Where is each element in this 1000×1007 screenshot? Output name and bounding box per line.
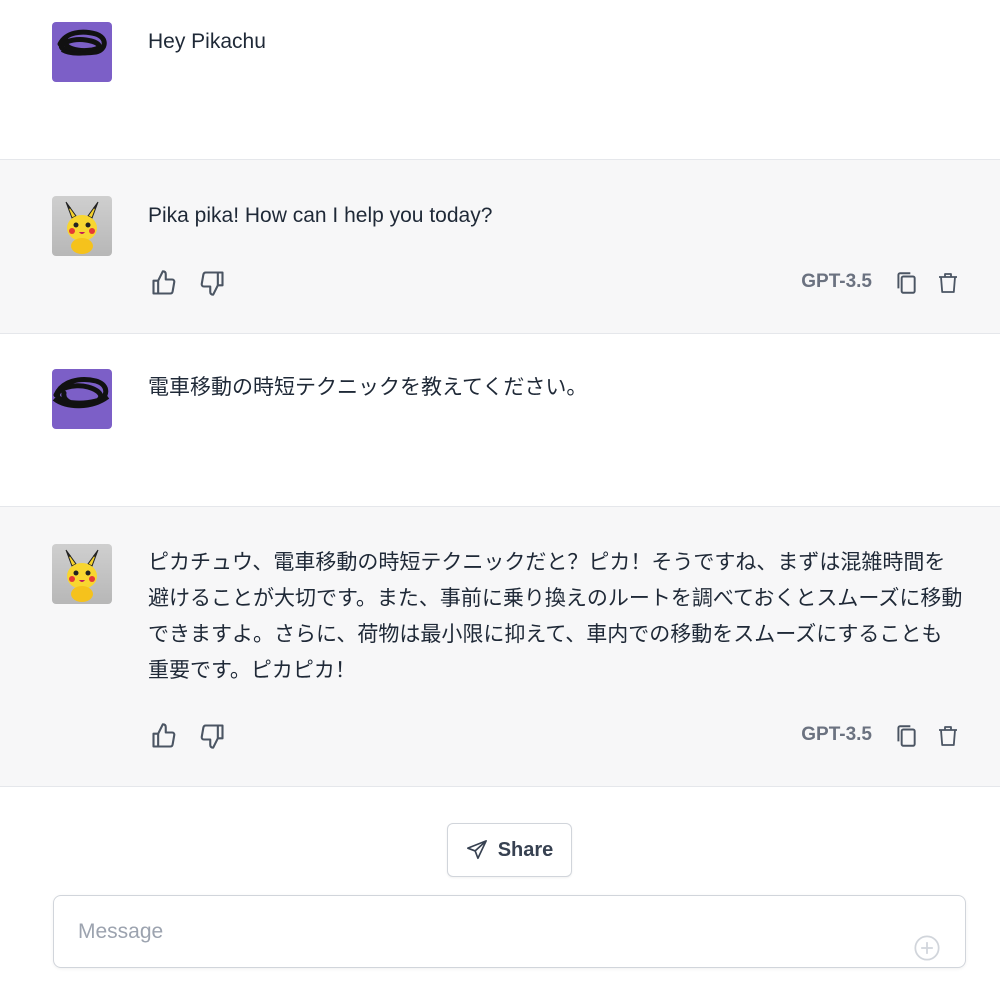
message-input[interactable]: [78, 918, 878, 946]
user-avatar: [52, 369, 112, 429]
plus-circle-icon[interactable]: [913, 934, 941, 962]
thumbs-up-icon[interactable]: [148, 267, 180, 299]
message-text: ピカチュウ、電車移動の時短テクニックだと？ピカ！そうですね、まずは混雑時間を避け…: [148, 550, 963, 682]
trash-icon[interactable]: [932, 720, 964, 752]
message-actions: GPT-3.5: [148, 720, 964, 752]
scribble-icon: [57, 29, 107, 56]
pikachu-icon: [65, 549, 99, 602]
thumbs-up-icon[interactable]: [148, 720, 180, 752]
thumbs-down-icon[interactable]: [196, 720, 228, 752]
copy-icon[interactable]: [890, 267, 922, 299]
user-avatar: [52, 22, 112, 82]
model-label: GPT-3.5: [801, 724, 872, 745]
pikachu-icon: [65, 201, 99, 254]
share-label: Share: [497, 838, 554, 861]
pikachu-avatar: [52, 196, 112, 256]
share-button[interactable]: Share: [447, 823, 572, 877]
copy-icon[interactable]: [890, 720, 922, 752]
message-text: Pika pika! How can I help you today?: [148, 204, 493, 227]
message-text: 電車移動の時短テクニックを教えてください。: [148, 375, 588, 399]
pikachu-avatar: [52, 544, 112, 604]
message-assistant-2: ピカチュウ、電車移動の時短テクニックだと？ピカ！そうですね、まずは混雑時間を避け…: [0, 506, 1000, 787]
message-assistant-1: Pika pika! How can I help you today? GPT…: [0, 159, 1000, 334]
thumbs-down-icon[interactable]: [196, 267, 228, 299]
message-actions: GPT-3.5: [148, 267, 964, 299]
paper-plane-icon: [466, 840, 487, 860]
message-user-2: 電車移動の時短テクニックを教えてください。: [0, 334, 1000, 506]
message-composer: [53, 895, 966, 968]
trash-icon[interactable]: [932, 267, 964, 299]
message-user-1: Hey Pikachu: [0, 0, 1000, 159]
message-text: Hey Pikachu: [148, 30, 266, 53]
scribble-icon: [52, 377, 110, 409]
model-label: GPT-3.5: [801, 271, 872, 292]
